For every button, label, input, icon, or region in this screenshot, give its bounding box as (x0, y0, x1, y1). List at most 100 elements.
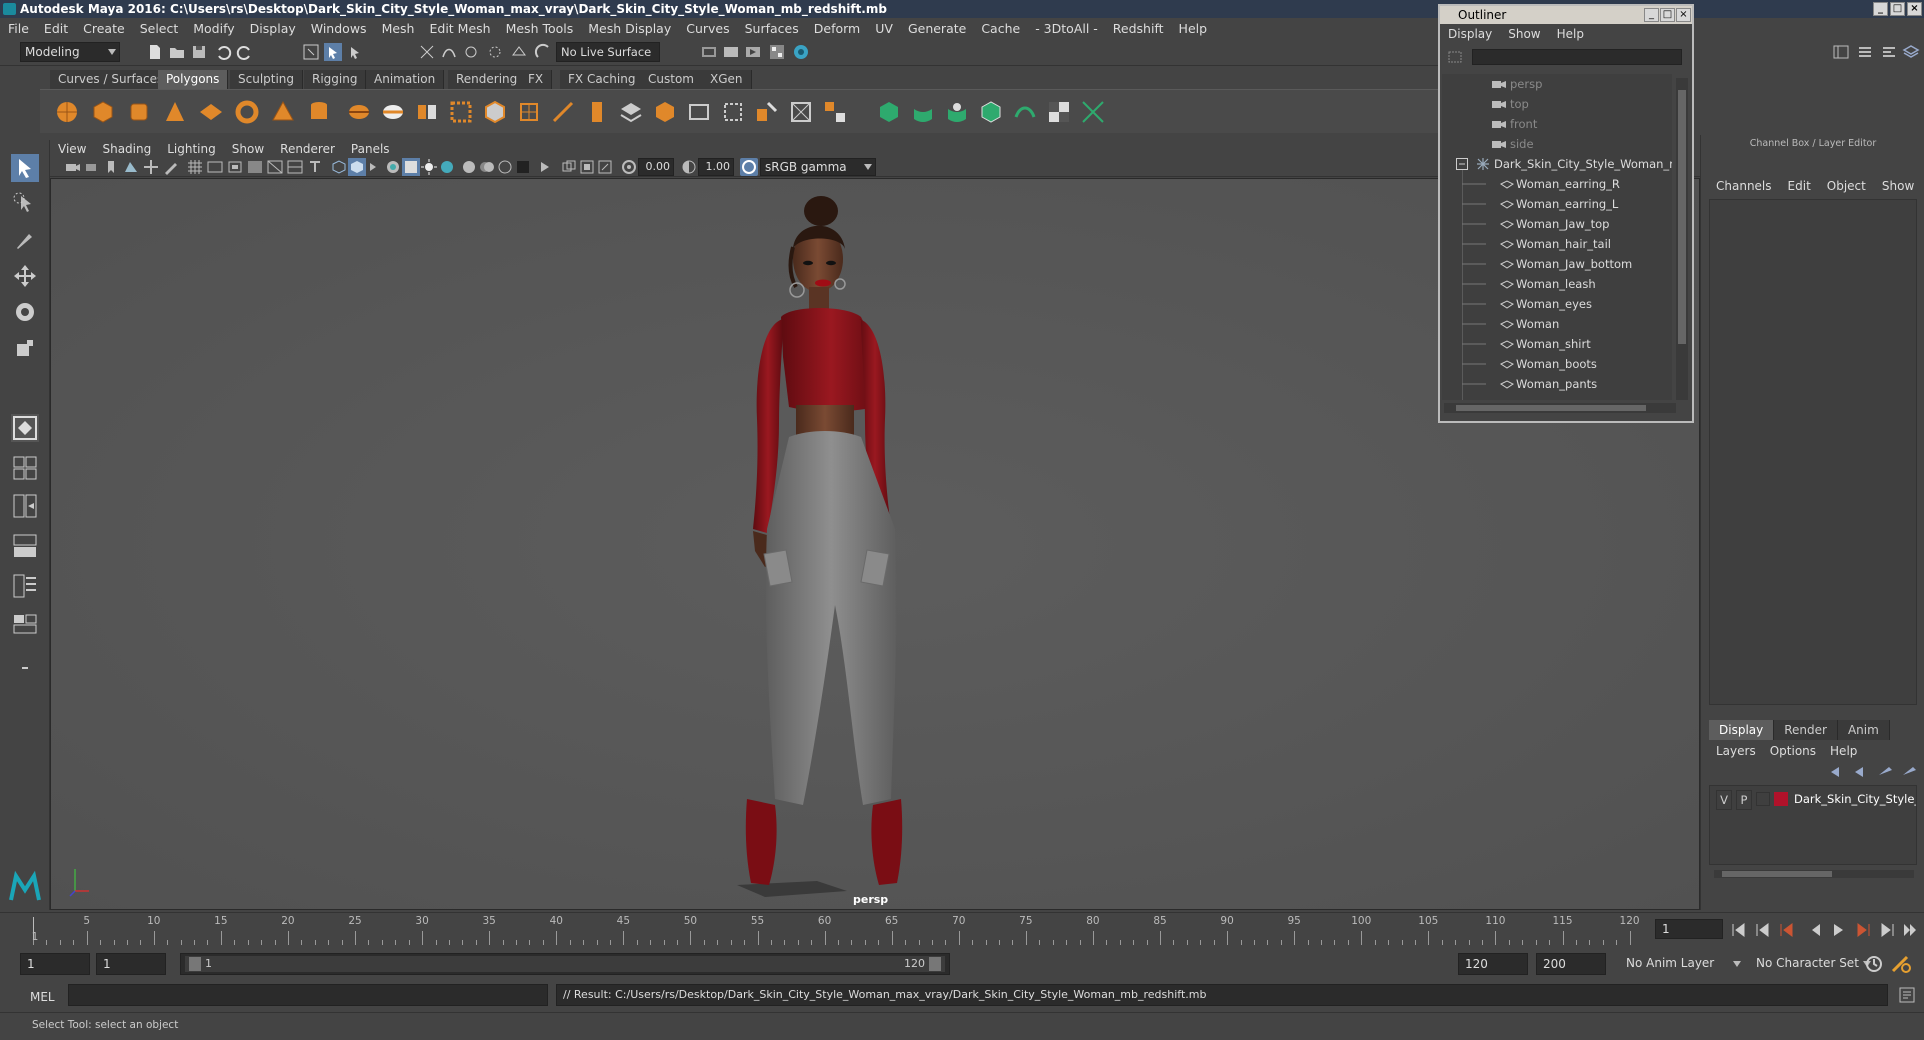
playback-end-field[interactable]: 120 (1458, 953, 1528, 975)
layer-playback-toggle[interactable]: P (1736, 790, 1752, 810)
layer-tab-anim[interactable]: Anim (1837, 720, 1890, 740)
script-editor-icon[interactable] (1898, 986, 1916, 1004)
layer-menu-options[interactable]: Options (1770, 744, 1816, 758)
menu-help[interactable]: Help (1179, 21, 1208, 36)
four-view-layout-icon[interactable] (11, 454, 39, 482)
select-camera-icon[interactable] (64, 158, 82, 176)
poly-helix-icon[interactable] (346, 99, 372, 125)
cb-menu-show[interactable]: Show (1882, 179, 1914, 193)
poly-torus-icon[interactable] (234, 99, 260, 125)
hypershade-icon[interactable] (768, 43, 786, 61)
auto-key-icon[interactable] (1864, 954, 1884, 974)
menu-select[interactable]: Select (140, 21, 179, 36)
workspace-icon[interactable] (1832, 43, 1850, 61)
select-tool-icon[interactable] (11, 154, 39, 182)
rotate-tool-icon[interactable] (11, 298, 39, 326)
redshift-render-view-icon[interactable] (792, 43, 810, 61)
layer-menu-help[interactable]: Help (1830, 744, 1857, 758)
tab-sculpting[interactable]: Sculpting (230, 70, 304, 89)
layer-visibility-toggle[interactable]: V (1716, 790, 1732, 810)
gamma-field[interactable]: 1.00 (698, 158, 734, 176)
panel-menu-show[interactable]: Show (232, 142, 264, 156)
toolbox-expand-icon[interactable] (11, 654, 39, 682)
outliner-search-input[interactable] (1472, 49, 1682, 65)
snap-point-icon[interactable] (462, 43, 480, 61)
exposure-icon[interactable] (620, 158, 638, 176)
custom-layout-icon[interactable] (11, 610, 39, 638)
single-perspective-view-icon[interactable] (11, 414, 39, 442)
animation-start-field[interactable]: 1 (20, 953, 90, 975)
menu-deform[interactable]: Deform (814, 21, 860, 36)
menu-redshift[interactable]: Redshift (1113, 21, 1164, 36)
minimize-icon[interactable]: _ (1873, 2, 1888, 16)
uv-editor-icon[interactable] (1012, 99, 1038, 125)
range-handle[interactable]: 1 120 (185, 956, 945, 972)
range-end-grip[interactable] (929, 957, 941, 971)
outliner-menu-help[interactable]: Help (1557, 27, 1584, 41)
outliner-item-front[interactable]: front (1442, 114, 1672, 134)
menu-mesh-tools[interactable]: Mesh Tools (506, 21, 574, 36)
gamma-icon[interactable] (680, 158, 698, 176)
poly-cube-icon[interactable] (90, 99, 116, 125)
insert-edge-loop-icon[interactable] (720, 99, 746, 125)
layer-action-icons[interactable] (1827, 765, 1917, 779)
2d-pan-zoom-icon[interactable] (142, 158, 160, 176)
layer-tab-display[interactable]: Display (1709, 720, 1775, 740)
anim-layer-dropdown[interactable]: No Anim Layer (1622, 953, 1744, 975)
smooth-icon[interactable] (448, 99, 474, 125)
tab-custom[interactable]: Custom (640, 70, 703, 89)
gate-mask-icon[interactable] (246, 158, 264, 176)
open-scene-icon[interactable] (168, 43, 186, 61)
collapse-icon[interactable] (1456, 158, 1468, 170)
snap-projected-center-icon[interactable] (486, 43, 504, 61)
menu-mesh-display[interactable]: Mesh Display (588, 21, 671, 36)
cb-menu-channels[interactable]: Channels (1716, 179, 1772, 193)
render-current-frame-icon[interactable] (722, 43, 740, 61)
select-by-component-icon[interactable] (346, 43, 364, 61)
undo-icon[interactable] (214, 43, 232, 61)
lasso-tool-icon[interactable] (11, 190, 39, 218)
range-bar[interactable]: 1 120 (180, 953, 950, 975)
script-language-toggle[interactable]: MEL (30, 988, 70, 1006)
field-chart-icon[interactable] (266, 158, 284, 176)
tab-polygons[interactable]: Polygons (158, 70, 229, 89)
fill-hole-icon[interactable] (652, 99, 678, 125)
time-ruler[interactable]: 1 5 10 15 20 25 30 35 40 45 50 55 60 65 70 75 80 85 90 95 1… (25, 915, 1645, 945)
outliner-hscroll-thumb[interactable] (1456, 405, 1646, 411)
render-settings-icon[interactable] (700, 43, 718, 61)
layer-hscroll-thumb[interactable] (1722, 871, 1832, 877)
panel-menu-panels[interactable]: Panels (351, 142, 390, 156)
command-input[interactable] (68, 984, 548, 1006)
automatic-mapping-icon[interactable] (978, 99, 1004, 125)
scale-tool-icon[interactable] (11, 334, 39, 362)
tab-rendering[interactable]: Rendering (448, 70, 527, 89)
outliner-vertical-scrollbar[interactable] (1676, 78, 1688, 400)
range-start-grip[interactable] (189, 957, 201, 971)
persp-graph-layout-icon[interactable] (11, 532, 39, 560)
bridge-icon[interactable] (584, 99, 610, 125)
target-weld-icon[interactable] (788, 99, 814, 125)
outliner-minimize-icon[interactable]: _ (1644, 8, 1659, 22)
menu-create[interactable]: Create (83, 21, 125, 36)
attribute-editor-toggle-icon[interactable] (1856, 43, 1874, 61)
multisample-aa-icon[interactable] (478, 158, 496, 176)
isolate-select-icon[interactable] (514, 158, 532, 176)
xray-joints-icon[interactable] (560, 158, 578, 176)
save-scene-icon[interactable] (190, 43, 208, 61)
menu-file[interactable]: File (8, 21, 29, 36)
display-layer-row[interactable]: V P Dark_Skin_City_Style_V (1710, 790, 1918, 810)
ambient-occlusion-icon[interactable] (438, 158, 456, 176)
playback-controls[interactable] (1730, 921, 1920, 939)
outliner-menu-show[interactable]: Show (1508, 27, 1540, 41)
grease-pencil-icon[interactable] (162, 158, 180, 176)
separate-icon[interactable] (414, 99, 440, 125)
depth-of-field-icon[interactable] (496, 158, 514, 176)
menu-surfaces[interactable]: Surfaces (745, 21, 799, 36)
spherical-mapping-icon[interactable] (944, 99, 970, 125)
outliner-item-side[interactable]: side (1442, 134, 1672, 154)
film-gate-icon[interactable] (206, 158, 224, 176)
current-frame-field[interactable]: 1 (1655, 919, 1723, 939)
make-live-icon[interactable] (534, 43, 552, 61)
layer-display-type-toggle[interactable] (1756, 792, 1770, 806)
tab-fx[interactable]: FX (520, 70, 553, 89)
